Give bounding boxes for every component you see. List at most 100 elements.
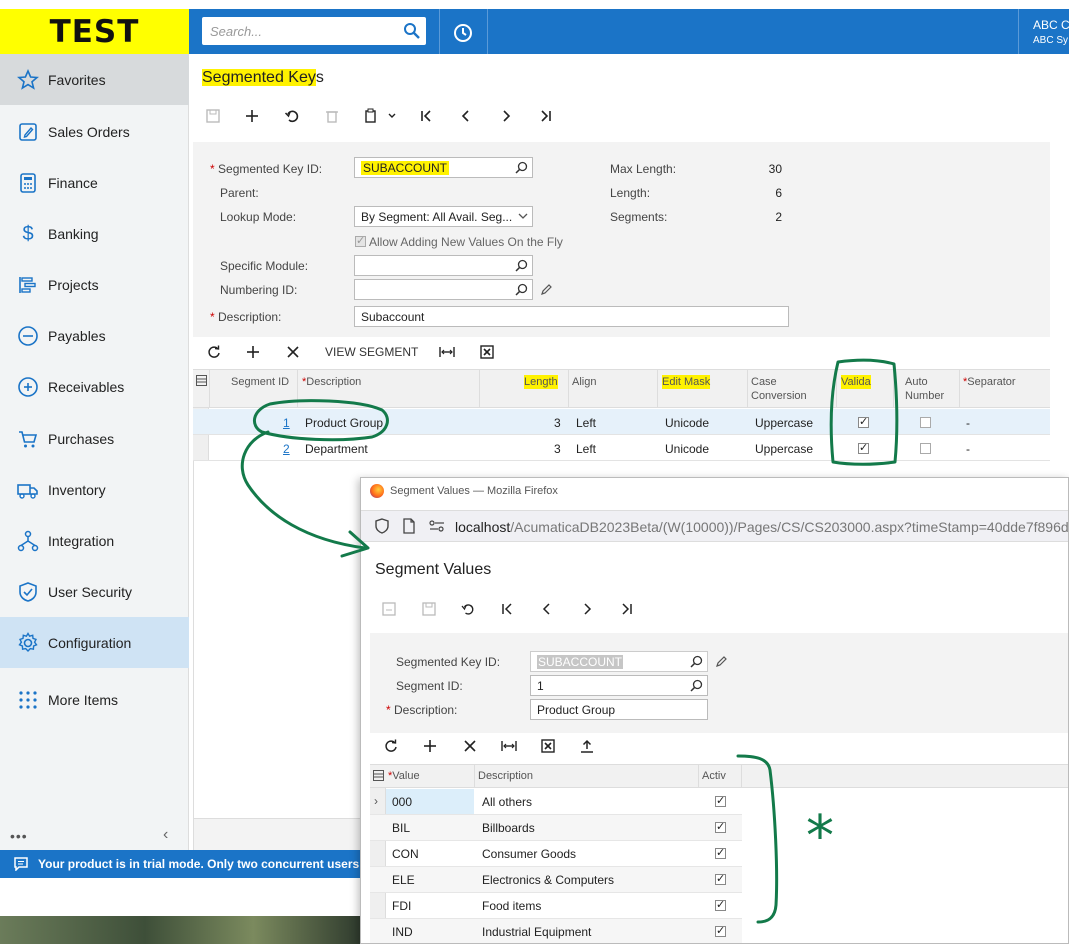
- tracking-shield-icon[interactable]: [374, 518, 390, 534]
- lookup-icon[interactable]: [515, 283, 528, 296]
- segment-case[interactable]: Uppercase: [755, 442, 813, 456]
- refresh-icon[interactable]: [207, 345, 221, 359]
- lookup-icon[interactable]: [515, 259, 528, 272]
- undo-icon[interactable]: [461, 602, 475, 616]
- next-record-icon[interactable]: [580, 602, 594, 616]
- sidebar-item-payables[interactable]: Payables: [0, 310, 189, 361]
- active-checkbox[interactable]: [715, 820, 726, 833]
- value-code[interactable]: CON: [392, 847, 419, 861]
- fit-columns-icon[interactable]: [501, 739, 517, 753]
- branch-name[interactable]: ABC Sy: [1033, 35, 1068, 46]
- col-separator[interactable]: *Separator: [963, 375, 1016, 389]
- add-row-icon[interactable]: [246, 345, 260, 359]
- col-align[interactable]: Align: [572, 375, 596, 389]
- segment-edit-mask[interactable]: Unicode: [665, 442, 709, 456]
- sidebar-item-favorites[interactable]: Favorites: [0, 54, 189, 105]
- col-auto-number[interactable]: Auto Number: [905, 375, 944, 403]
- numbering-id-field[interactable]: [354, 279, 533, 300]
- url-text[interactable]: localhost/AcumaticaDB2023Beta/(W(10000))…: [455, 519, 1068, 535]
- refresh-icon[interactable]: [384, 739, 398, 753]
- add-row-icon[interactable]: [423, 739, 437, 753]
- view-segment-button[interactable]: VIEW SEGMENT: [325, 345, 418, 359]
- value-description[interactable]: Billboards: [482, 821, 535, 835]
- sidebar-item-configuration[interactable]: Configuration: [0, 617, 189, 668]
- more-options-icon[interactable]: •••: [10, 828, 28, 844]
- save-close-icon[interactable]: [382, 602, 396, 616]
- value-description[interactable]: Electronics & Computers: [482, 873, 614, 887]
- company-name[interactable]: ABC C: [1033, 18, 1069, 32]
- value-code[interactable]: FDI: [392, 899, 411, 913]
- delete-row-icon[interactable]: [463, 739, 477, 753]
- popup-segmented-key-id-field[interactable]: SUBACCOUNT: [530, 651, 708, 672]
- value-code[interactable]: 000: [392, 795, 412, 809]
- last-record-icon[interactable]: [619, 602, 633, 616]
- segment-description[interactable]: Department: [305, 442, 368, 456]
- save-icon[interactable]: [422, 602, 436, 616]
- value-code[interactable]: BIL: [392, 821, 410, 835]
- segment-id-link[interactable]: 2: [283, 442, 290, 456]
- add-icon[interactable]: [244, 108, 260, 124]
- col-length[interactable]: Length: [524, 375, 558, 389]
- active-checkbox[interactable]: [715, 846, 726, 859]
- sidebar-item-purchases[interactable]: Purchases: [0, 413, 189, 464]
- active-checkbox[interactable]: [715, 924, 726, 937]
- sidebar-item-sales-orders[interactable]: Sales Orders: [0, 106, 189, 157]
- permissions-icon[interactable]: [429, 520, 445, 532]
- active-checkbox[interactable]: [715, 794, 726, 807]
- validate-checkbox[interactable]: [858, 415, 869, 428]
- column-chooser-icon[interactable]: [196, 375, 207, 386]
- upload-icon[interactable]: [580, 739, 594, 753]
- popup-segment-id-field[interactable]: 1: [530, 675, 708, 696]
- first-record-icon[interactable]: [501, 602, 515, 616]
- segment-id-link[interactable]: 1: [283, 416, 290, 430]
- fit-columns-icon[interactable]: [439, 345, 455, 359]
- value-description[interactable]: Industrial Equipment: [482, 925, 591, 939]
- auto-number-checkbox[interactable]: [920, 417, 931, 428]
- specific-module-field[interactable]: [354, 255, 533, 276]
- description-field[interactable]: Subaccount: [354, 306, 789, 327]
- first-record-icon[interactable]: [419, 108, 435, 124]
- list-item[interactable]: [370, 815, 742, 841]
- sidebar-item-banking[interactable]: $ Banking: [0, 208, 189, 259]
- sidebar-item-receivables[interactable]: Receivables: [0, 361, 189, 412]
- undo-icon[interactable]: [284, 108, 300, 124]
- previous-record-icon[interactable]: [540, 602, 554, 616]
- segment-separator[interactable]: -: [966, 416, 970, 430]
- next-record-icon[interactable]: [498, 108, 514, 124]
- col-description[interactable]: Description: [478, 770, 533, 782]
- value-code[interactable]: ELE: [392, 873, 415, 887]
- last-record-icon[interactable]: [537, 108, 553, 124]
- active-checkbox[interactable]: [715, 872, 726, 885]
- pencil-icon[interactable]: [540, 283, 553, 296]
- col-value[interactable]: *Value: [388, 770, 420, 782]
- value-code[interactable]: IND: [392, 925, 413, 939]
- value-description[interactable]: Food items: [482, 899, 541, 913]
- sidebar-item-user-security[interactable]: User Security: [0, 566, 189, 617]
- col-edit-mask[interactable]: Edit Mask: [662, 375, 711, 389]
- col-active[interactable]: Activ: [702, 770, 726, 782]
- logo[interactable]: TEST: [0, 9, 189, 54]
- column-chooser-icon[interactable]: [373, 770, 384, 781]
- history-icon[interactable]: [451, 21, 475, 45]
- segment-length[interactable]: 3: [554, 416, 561, 430]
- search-input[interactable]: Search...: [202, 17, 426, 45]
- lookup-icon[interactable]: [515, 161, 528, 174]
- value-description[interactable]: All others: [482, 795, 532, 809]
- sidebar-item-finance[interactable]: Finance: [0, 157, 189, 208]
- list-item[interactable]: [370, 893, 742, 919]
- segment-case[interactable]: Uppercase: [755, 416, 813, 430]
- sidebar-item-projects[interactable]: Projects: [0, 259, 189, 310]
- segment-align[interactable]: Left: [576, 416, 596, 430]
- pencil-icon[interactable]: [715, 655, 728, 668]
- delete-icon[interactable]: [324, 108, 340, 124]
- lookup-icon[interactable]: [690, 655, 703, 668]
- lookup-mode-select[interactable]: By Segment: All Avail. Seg...: [354, 206, 533, 227]
- page-info-icon[interactable]: [402, 518, 416, 534]
- validate-checkbox[interactable]: [858, 441, 869, 454]
- segment-align[interactable]: Left: [576, 442, 596, 456]
- col-segment-id[interactable]: Segment ID: [231, 375, 289, 389]
- export-excel-icon[interactable]: [480, 345, 494, 359]
- segment-length[interactable]: 3: [554, 442, 561, 456]
- segmented-key-id-field[interactable]: SUBACCOUNT: [354, 157, 533, 178]
- copy-paste-icon[interactable]: [363, 108, 397, 124]
